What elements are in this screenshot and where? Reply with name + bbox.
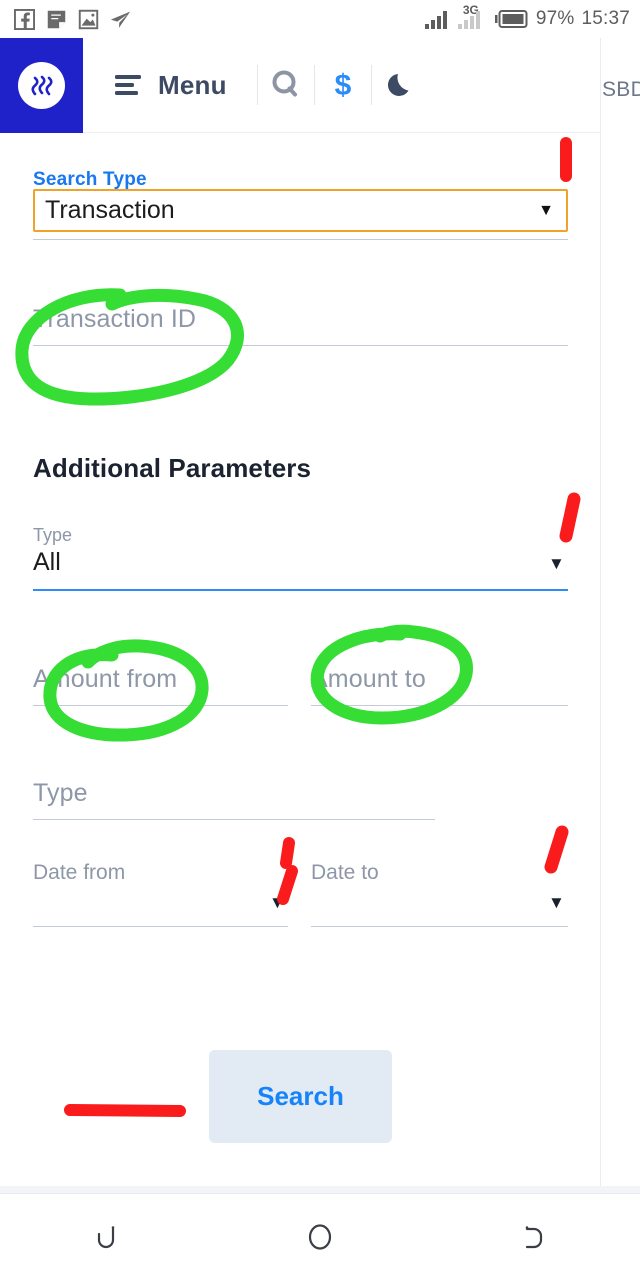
menu-button[interactable]: Menu: [115, 70, 227, 101]
home-icon: [308, 1224, 332, 1250]
signal-bars-secondary-icon: [457, 10, 480, 29]
svg-text:$: $: [334, 69, 351, 102]
status-bar-system-icons: 3G 97% 15:37: [424, 3, 630, 30]
signal-bars-icon: [424, 10, 447, 29]
search-button[interactable]: [258, 68, 314, 102]
transaction-id-input[interactable]: Transaction ID: [33, 305, 196, 334]
note-icon: [47, 10, 66, 28]
search-type-underline: [33, 239, 568, 240]
search-type-select[interactable]: Transaction ▼: [33, 189, 568, 232]
amount-from-input[interactable]: Amount from: [33, 665, 177, 694]
search-type-value: Transaction: [45, 196, 175, 224]
phone-screen: 3G 97% 15:37 Menu $ SBD Search Type Tran…: [0, 0, 640, 1280]
steem-logo-button[interactable]: [0, 38, 83, 133]
type-select-underline-focused: [33, 589, 568, 591]
nav-home-button[interactable]: [275, 1207, 365, 1267]
type-text-input[interactable]: Type: [33, 779, 88, 808]
search-type-label: Search Type: [33, 169, 147, 190]
steem-waves-icon: [30, 75, 53, 95]
transaction-id-underline: [33, 345, 568, 346]
dark-mode-button[interactable]: [372, 69, 428, 101]
steem-logo-icon: [18, 62, 65, 109]
type-select-chevron-down-icon[interactable]: ▼: [548, 555, 565, 572]
type-select-label: Type: [33, 525, 73, 545]
search-submit-button[interactable]: Search: [209, 1050, 392, 1143]
type-text-underline: [33, 819, 435, 820]
date-to-chevron-down-icon[interactable]: ▼: [548, 894, 565, 911]
status-bar: 3G 97% 15:37: [0, 0, 640, 38]
date-to-underline: [311, 926, 568, 927]
dollar-button[interactable]: $: [315, 67, 371, 103]
android-nav-bar: [0, 1193, 640, 1280]
additional-parameters-title: Additional Parameters: [33, 453, 312, 483]
date-to-input[interactable]: Date to: [311, 861, 379, 885]
date-from-input[interactable]: Date from: [33, 861, 125, 885]
menu-label: Menu: [158, 69, 227, 100]
recents-icon: [526, 1226, 543, 1249]
search-form: Search Type Transaction ▼ Transaction ID…: [0, 133, 600, 1193]
amount-to-underline: [311, 705, 568, 706]
date-from-chevron-down-icon[interactable]: ▼: [269, 894, 286, 911]
amount-from-underline: [33, 705, 288, 706]
date-from-underline: [33, 926, 288, 927]
nav-back-button[interactable]: [62, 1207, 152, 1267]
hamburger-icon: [115, 75, 141, 95]
telegram-icon: [110, 11, 131, 28]
status-bar-notification-icons: [14, 8, 131, 30]
chevron-down-icon: ▼: [538, 201, 554, 219]
battery-percent-label: 97%: [535, 8, 575, 29]
currency-label: SBD: [602, 78, 640, 101]
amount-to-input[interactable]: Amount to: [311, 665, 426, 694]
dollar-icon: $: [334, 69, 351, 102]
moon-icon: [387, 74, 409, 96]
gallery-icon: [78, 9, 99, 29]
facebook-icon: [14, 8, 35, 30]
back-icon: [97, 1226, 114, 1249]
page-right-gutter: [600, 38, 640, 1193]
search-icon: [272, 70, 297, 97]
app-header: Menu $: [0, 38, 600, 133]
header-nav: Menu $: [83, 38, 600, 132]
clock-label: 15:37: [581, 8, 630, 29]
nav-recents-button[interactable]: [488, 1207, 578, 1267]
type-select-value[interactable]: All: [33, 548, 61, 577]
page-bottom-strip: [0, 1186, 640, 1193]
battery-icon: [494, 10, 528, 28]
